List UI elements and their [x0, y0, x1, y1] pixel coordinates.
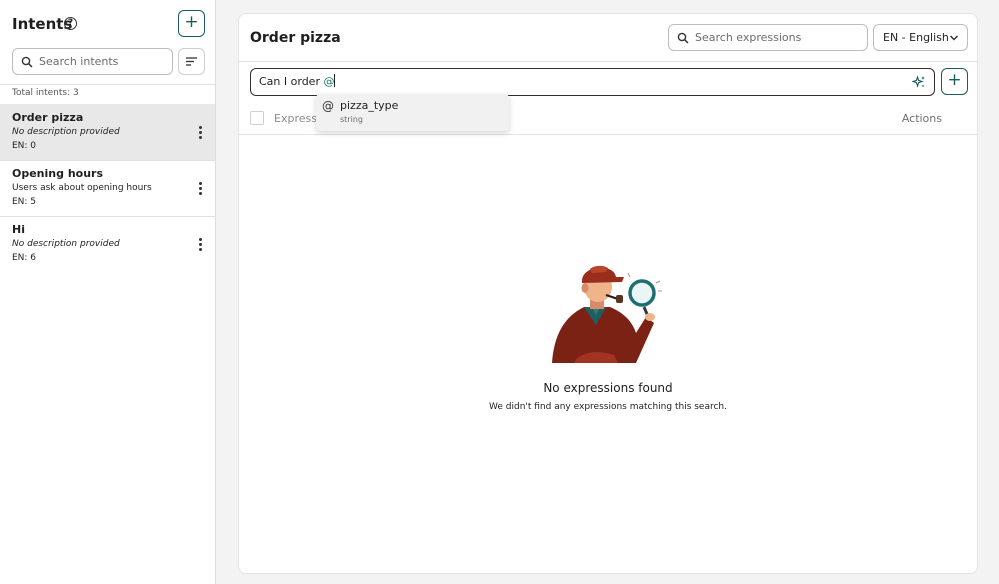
entity-type: string [340, 115, 363, 124]
expression-search-field[interactable] [668, 24, 868, 51]
intent-name: Order pizza [12, 111, 84, 124]
expression-search-input[interactable] [695, 25, 863, 50]
language-select[interactable]: EN - English [873, 24, 968, 51]
intent-description: Users ask about opening hours [12, 183, 152, 193]
chevron-down-icon [949, 35, 959, 41]
column-header-actions: Actions [901, 112, 942, 125]
intent-expression-count: EN: 0 [12, 141, 37, 151]
intent-description: No description provided [12, 239, 120, 249]
expression-at-symbol: @ [323, 75, 335, 88]
search-icon [21, 56, 33, 68]
detective-illustration [552, 265, 662, 363]
intent-list-item[interactable]: Order pizza No description provided EN: … [0, 104, 215, 160]
intent-description: No description provided [12, 127, 120, 137]
ai-sparkle-icon[interactable] [912, 75, 926, 89]
intent-expression-count: EN: 6 [12, 253, 37, 263]
header-divider [239, 61, 977, 62]
intent-search-field[interactable] [12, 48, 173, 75]
expression-text: Can I order [259, 75, 324, 88]
new-expression-input[interactable]: Can I order @ [250, 68, 935, 96]
entity-autocomplete-dropdown: @ pizza_type string [316, 94, 509, 131]
intent-expression-count: EN: 5 [12, 197, 37, 207]
entity-at-icon: @ [322, 99, 334, 113]
intent-list-item[interactable]: Hi No description provided EN: 6 [0, 216, 215, 272]
intent-name: Opening hours [12, 167, 104, 180]
total-intents-label: Total intents: 3 [12, 88, 79, 98]
add-intent-button[interactable]: + [178, 10, 205, 37]
text-caret [334, 74, 336, 87]
language-select-value: EN - English [883, 31, 949, 44]
intent-name: Hi [12, 223, 25, 236]
intent-search-input[interactable] [39, 49, 168, 74]
sort-button[interactable] [178, 48, 205, 75]
entity-name: pizza_type [340, 99, 399, 112]
sidebar-header: Intents ? [12, 10, 204, 38]
intents-sidebar: Intents ? + Total intents: 3 Order pizza… [0, 0, 216, 584]
add-expression-button[interactable]: + [941, 68, 968, 95]
page-title: Order pizza [250, 30, 341, 46]
empty-state-title: No expressions found [543, 381, 673, 395]
more-options-icon[interactable] [197, 126, 203, 140]
more-options-icon[interactable] [197, 238, 203, 252]
help-icon[interactable]: ? [64, 17, 77, 30]
more-options-icon[interactable] [197, 182, 203, 196]
intent-list-item[interactable]: Opening hours Users ask about opening ho… [0, 160, 215, 216]
search-icon [677, 32, 689, 44]
autocomplete-option[interactable]: @ pizza_type string [316, 94, 509, 131]
sort-icon [186, 57, 197, 66]
sidebar-divider [0, 84, 215, 85]
empty-state-subtitle: We didn't find any expressions matching … [489, 402, 727, 412]
select-all-checkbox[interactable] [250, 111, 264, 125]
